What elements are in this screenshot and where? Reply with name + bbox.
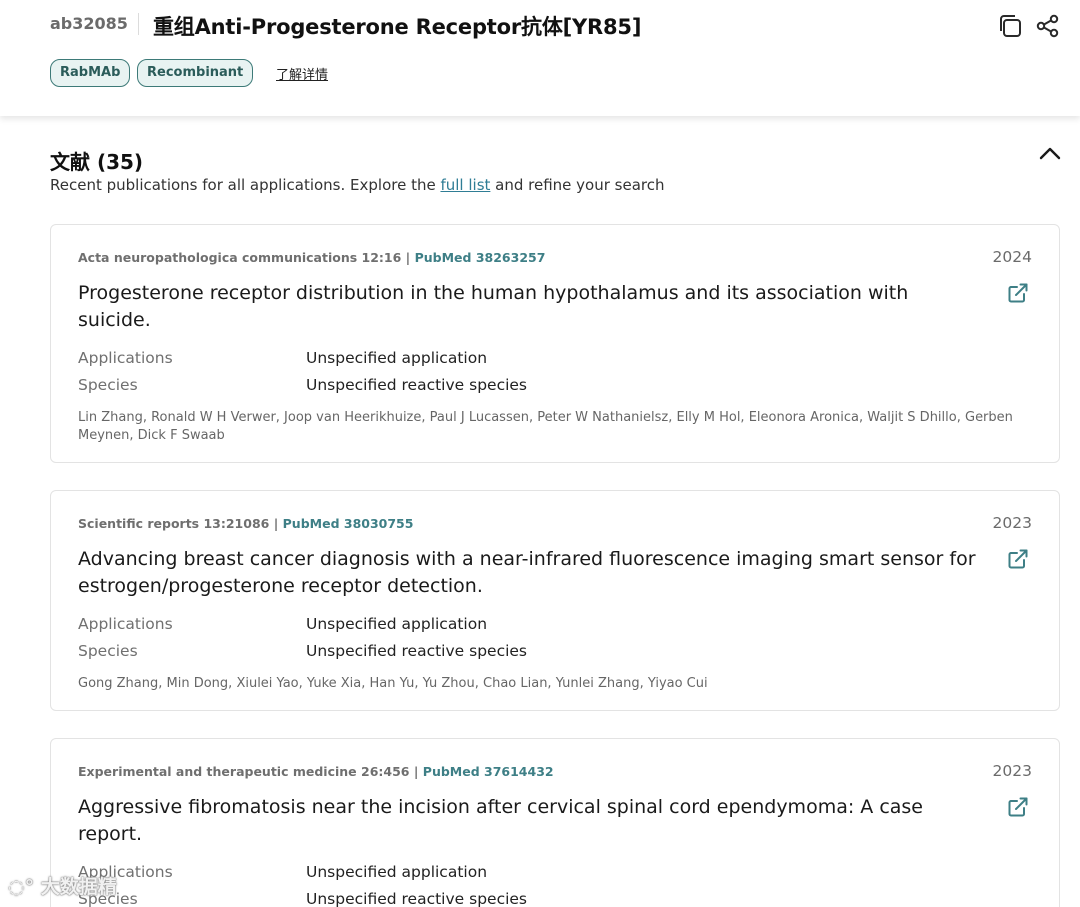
subtitle-text-after: and refine your search (490, 176, 665, 194)
publication-source: Experimental and therapeutic medicine 26… (78, 764, 554, 779)
copy-icon[interactable] (996, 12, 1024, 40)
publication-card: Acta neuropathologica communications 12:… (50, 224, 1060, 463)
watermark: ◌° 大数据精 (8, 872, 117, 899)
publication-year: 2023 (992, 514, 1032, 532)
external-link-icon[interactable] (1007, 282, 1029, 304)
journal-citation: Acta neuropathologica communications 12:… (78, 250, 402, 265)
full-list-link[interactable]: full list (440, 176, 490, 194)
share-icon[interactable] (1034, 12, 1062, 40)
publication-source: Scientific reports 13:21086 | PubMed 380… (78, 516, 413, 531)
pubmed-link[interactable]: PubMed 38030755 (283, 516, 414, 531)
publication-authors: Gong Zhang, Min Dong, Xiulei Yao, Yuke X… (78, 676, 708, 691)
applications-label: Applications (78, 349, 173, 367)
external-link-icon[interactable] (1007, 796, 1029, 818)
publication-card: Scientific reports 13:21086 | PubMed 380… (50, 490, 1060, 711)
learn-more-link[interactable]: 了解详情 (276, 64, 328, 83)
meta-separator: | (401, 250, 415, 265)
pubmed-link[interactable]: PubMed 37614432 (423, 764, 554, 779)
watermark-logo-icon: ◌° (8, 876, 35, 898)
applications-value: Unspecified application (306, 349, 488, 367)
species-value: Unspecified reactive species (306, 376, 528, 394)
applications-label: Applications (78, 615, 173, 633)
species-value: Unspecified reactive species (306, 642, 528, 660)
publication-source: Acta neuropathologica communications 12:… (78, 250, 545, 265)
publications-section-title: 文献 (35) (50, 150, 144, 174)
publication-title[interactable]: Advancing breast cancer diagnosis with a… (78, 546, 978, 600)
meta-separator: | (269, 516, 283, 531)
subtitle-text-before: Recent publications for all applications… (50, 176, 441, 194)
publication-title[interactable]: Aggressive fibromatosis near the incisio… (78, 794, 978, 848)
external-link-icon[interactable] (1007, 548, 1029, 570)
journal-citation: Scientific reports 13:21086 (78, 516, 270, 531)
species-label: Species (78, 376, 138, 394)
product-header: ab32085 重组Anti-Progesterone Receptor抗体[Y… (0, 0, 1080, 116)
species-label: Species (78, 642, 138, 660)
publication-authors: Lin Zhang, Ronald W H Verwer, Joop van H… (78, 410, 1013, 443)
tag-rabmab[interactable]: RabMAb (50, 59, 131, 87)
publication-card: Experimental and therapeutic medicine 26… (50, 738, 1060, 907)
publication-year: 2023 (992, 762, 1032, 780)
product-sku: ab32085 (50, 14, 128, 33)
journal-citation: Experimental and therapeutic medicine 26… (78, 764, 410, 779)
pubmed-link[interactable]: PubMed 38263257 (415, 250, 546, 265)
publication-title[interactable]: Progesterone receptor distribution in th… (78, 280, 978, 334)
tag-recombinant[interactable]: Recombinant (137, 59, 254, 87)
applications-value: Unspecified application (306, 615, 488, 633)
title-divider (138, 13, 139, 35)
product-title: 重组Anti-Progesterone Receptor抗体[YR85] (153, 15, 642, 39)
publications-subtitle: Recent publications for all applications… (50, 176, 665, 194)
collapse-chevron-up-icon[interactable] (1036, 141, 1064, 167)
meta-separator: | (409, 764, 423, 779)
watermark-text: 大数据精 (40, 876, 117, 898)
species-value: Unspecified reactive species (306, 890, 528, 907)
applications-value: Unspecified application (306, 863, 488, 881)
publication-year: 2024 (992, 248, 1032, 266)
